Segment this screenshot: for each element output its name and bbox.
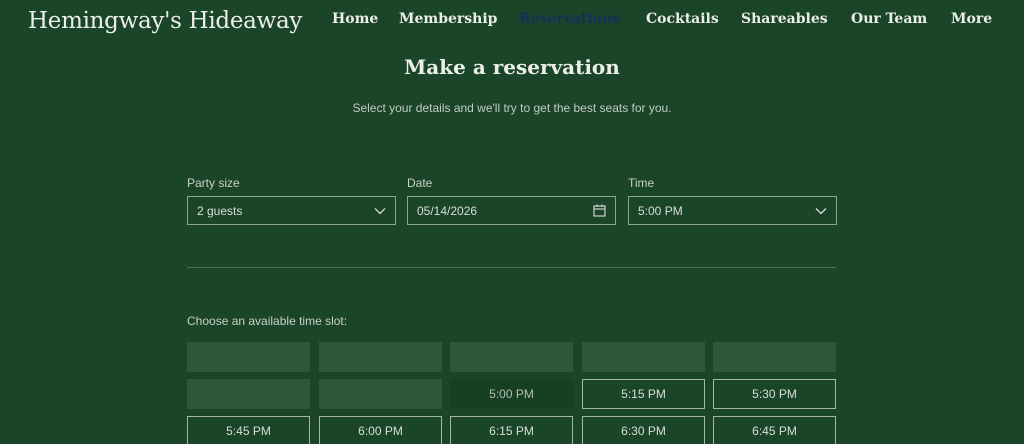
- time-slot: [582, 342, 705, 372]
- time-slot: [187, 379, 310, 409]
- time-select[interactable]: 5:00 PM: [628, 196, 837, 225]
- date-label: Date: [407, 176, 433, 190]
- time-slot: [187, 342, 310, 372]
- site-logo[interactable]: Hemingway's Hideaway: [28, 8, 302, 34]
- page-subtitle: Select your details and we'll try to get…: [352, 101, 672, 115]
- time-slot[interactable]: 6:30 PM: [582, 416, 705, 444]
- nav-shareables[interactable]: Shareables: [741, 11, 828, 27]
- chevron-down-icon: [815, 207, 827, 215]
- nav-membership[interactable]: Membership: [399, 11, 497, 27]
- time-label: Time: [628, 176, 655, 190]
- time-slot: [319, 379, 442, 409]
- nav-reservations[interactable]: Reservations: [519, 11, 620, 27]
- time-slot[interactable]: 5:15 PM: [582, 379, 705, 409]
- nav-our-team[interactable]: Our Team: [851, 11, 927, 27]
- time-slot: [319, 342, 442, 372]
- party-size-label: Party size: [187, 176, 240, 190]
- time-slot[interactable]: 5:00 PM: [450, 379, 573, 409]
- time-slot[interactable]: 5:30 PM: [713, 379, 836, 409]
- time-slot[interactable]: 6:45 PM: [713, 416, 836, 444]
- time-slot: [713, 342, 836, 372]
- time-value: 5:00 PM: [638, 203, 683, 218]
- calendar-icon[interactable]: [593, 204, 606, 217]
- nav-home[interactable]: Home: [332, 11, 378, 27]
- nav-more[interactable]: More: [951, 11, 992, 27]
- time-slot[interactable]: 6:15 PM: [450, 416, 573, 444]
- page-title: Make a reservation: [404, 55, 620, 79]
- nav-cocktails[interactable]: Cocktails: [646, 11, 719, 27]
- time-slot: [450, 342, 573, 372]
- time-slot[interactable]: 6:00 PM: [319, 416, 442, 444]
- date-value: 05/14/2026: [417, 203, 478, 218]
- party-size-select[interactable]: 2 guests: [187, 196, 396, 225]
- chevron-down-icon: [374, 207, 386, 215]
- party-size-value: 2 guests: [197, 203, 243, 218]
- date-input[interactable]: 05/14/2026: [407, 196, 616, 225]
- time-slot[interactable]: 5:45 PM: [187, 416, 310, 444]
- section-divider: [187, 267, 836, 268]
- time-slots-label: Choose an available time slot:: [187, 314, 348, 328]
